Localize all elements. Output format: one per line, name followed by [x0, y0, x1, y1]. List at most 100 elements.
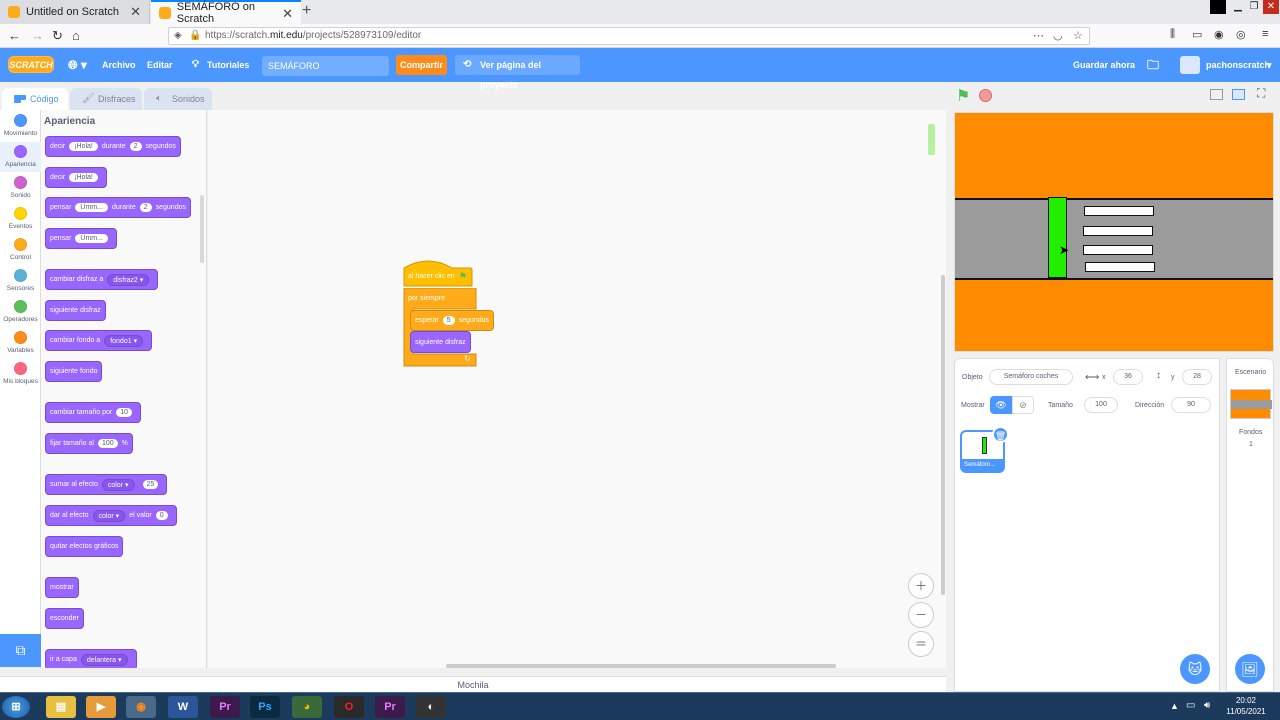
close-window-icon[interactable]: ✕ [1263, 0, 1279, 14]
effect-dropdown[interactable]: color ▾ [101, 478, 135, 491]
tab-code[interactable]: Código [2, 88, 68, 110]
next-costume-script-block[interactable]: siguiente disfraz [410, 331, 471, 353]
start-button-icon[interactable]: ⊞ [2, 696, 30, 718]
think-for-block[interactable]: pensar Umm... durante 2 segundos [45, 197, 191, 218]
pocket-icon[interactable]: ◡ [1053, 29, 1063, 42]
file-menu[interactable]: Archivo [102, 48, 136, 82]
zoom-in-button[interactable]: ＋ [908, 573, 934, 599]
category-sound[interactable]: Sonido [0, 176, 41, 199]
direction-field[interactable]: 90 [1171, 397, 1211, 413]
clock-time[interactable]: 20:02 [1228, 696, 1264, 705]
backdrop-thumbnail[interactable] [1230, 389, 1272, 419]
block-input[interactable]: 100 [97, 439, 118, 448]
show-eye-icon[interactable]: 👁︎ [990, 396, 1012, 414]
green-flag-run-icon[interactable]: ⚑ [956, 86, 970, 106]
sprite-name-field[interactable]: Semáforo coches [989, 369, 1073, 385]
share-button[interactable]: Compartir [396, 55, 447, 75]
category-operators[interactable]: Operadores [0, 300, 41, 323]
reload-icon[interactable]: ↻ [52, 28, 63, 44]
minimize-icon[interactable]: ▁ [1230, 0, 1246, 14]
block-input[interactable]: ¡Hola! [69, 173, 98, 182]
say-for-block[interactable]: decir ¡Hola! durante 2 segundos [45, 136, 181, 157]
when-flag-clicked-hat[interactable]: al hacer clic en ⚑ [403, 258, 473, 288]
code-area[interactable] [208, 110, 946, 668]
backpack-bar[interactable]: Mochila [0, 676, 946, 692]
wait-block[interactable]: esperar 5 segundos [410, 310, 494, 331]
backdrop-dropdown[interactable]: fondo1 ▾ [104, 334, 144, 347]
switch-backdrop-block[interactable]: cambiar fondo a fondo1 ▾ [45, 330, 153, 351]
bookmark-star-icon[interactable]: ☆ [1073, 29, 1083, 42]
effect-dropdown[interactable]: color ▾ [92, 509, 126, 522]
size-field[interactable]: 100 [1084, 397, 1118, 413]
media-player-icon[interactable]: ▶ [86, 696, 116, 718]
go-to-layer-block[interactable]: ir a capa delantera ▾ [45, 649, 137, 668]
block-input[interactable]: 2 [129, 142, 142, 151]
category-my-blocks[interactable]: Mis bloques [0, 362, 41, 385]
network-icon[interactable]: ▭ [1186, 700, 1195, 711]
page-actions-icon[interactable]: ⋯ [1033, 29, 1044, 42]
block-input[interactable]: 5 [442, 316, 455, 325]
block-input[interactable]: Umm... [75, 203, 108, 212]
show-block[interactable]: mostrar [45, 577, 79, 598]
block-input[interactable]: 25 [142, 480, 159, 489]
change-effect-block[interactable]: sumar al efecto color ▾ 25 [45, 474, 168, 495]
close-tab-icon[interactable]: ✕ [282, 6, 293, 22]
tab-sounds[interactable]: 🔈︎ Sonidos [144, 88, 212, 110]
category-sensing[interactable]: Sensores [0, 269, 41, 292]
costume-dropdown[interactable]: disfraz2 ▾ [107, 273, 150, 286]
sidebar-icon[interactable]: ▭ [1192, 28, 1202, 41]
small-stage-icon[interactable] [1210, 89, 1223, 100]
switch-costume-block[interactable]: cambiar disfraz a disfraz2 ▾ [45, 269, 159, 290]
change-size-block[interactable]: cambiar tamaño por 10 [45, 402, 142, 423]
layer-dropdown[interactable]: delantera ▾ [80, 653, 128, 666]
fullscreen-icon[interactable]: ⛶ [1257, 86, 1265, 101]
volume-icon[interactable]: 🔊︎ [1204, 700, 1210, 711]
my-stuff-folder-icon[interactable]: 🗀 [1147, 48, 1159, 82]
palette-scrollbar[interactable] [200, 195, 204, 263]
project-title-input[interactable]: SEMÁFORO [262, 56, 389, 76]
new-tab-icon[interactable]: + [302, 2, 311, 20]
say-block[interactable]: decir ¡Hola! [45, 167, 107, 188]
block-input[interactable]: 2 [139, 203, 152, 212]
avatar[interactable] [1180, 56, 1200, 74]
forward-icon[interactable]: → [31, 28, 44, 43]
delete-sprite-icon[interactable]: 🗑︎ [992, 426, 1009, 443]
clock-date[interactable]: 11/05/2021 [1222, 707, 1270, 716]
tutorials-menu[interactable]: Tutoriales [207, 48, 249, 82]
back-icon[interactable]: ← [8, 28, 21, 43]
block-input[interactable]: ¡Hola! [69, 142, 98, 151]
file-explorer-icon[interactable]: ▤ [46, 696, 76, 718]
set-size-block[interactable]: fijar tamaño al 100 % [45, 433, 133, 454]
home-icon[interactable]: ⌂ [72, 28, 80, 43]
add-extension-button[interactable]: ⧉ [0, 634, 41, 667]
premiere-icon[interactable]: Pr [210, 696, 240, 718]
zoom-out-button[interactable]: － [908, 602, 934, 628]
library-icon[interactable]: ⫼ [1170, 28, 1175, 41]
add-backdrop-icon[interactable]: 🖼︎ [1235, 654, 1265, 684]
tab-costumes[interactable]: 🖌︎ Disfraces [70, 88, 142, 110]
stage[interactable]: ➤ [954, 112, 1274, 352]
hamburger-menu-icon[interactable]: ≡ [1262, 28, 1268, 40]
think-block[interactable]: pensar Umm... [45, 228, 117, 249]
opera-icon[interactable]: O [334, 696, 364, 718]
hide-eye-icon[interactable]: ⊘ [1012, 396, 1034, 414]
category-events[interactable]: Eventos [0, 207, 41, 230]
x-field[interactable]: 36 [1113, 369, 1143, 385]
username[interactable]: pachonscratch [1206, 48, 1270, 82]
next-costume-block[interactable]: siguiente disfraz [45, 300, 106, 321]
stop-icon[interactable] [979, 89, 992, 102]
word-icon[interactable]: W [168, 696, 198, 718]
photoshop-icon[interactable]: Ps [250, 696, 280, 718]
scratch-logo[interactable]: SCRATCH [8, 56, 54, 73]
y-field[interactable]: 28 [1182, 369, 1212, 385]
firefox-icon[interactable]: ◉ [126, 696, 156, 718]
maximize-icon[interactable]: ❐ [1246, 0, 1262, 14]
block-input[interactable]: 0 [155, 511, 168, 520]
clear-effects-block[interactable]: quitar efectos gráficos [45, 536, 124, 557]
normal-stage-icon[interactable] [1232, 89, 1245, 100]
account-icon[interactable]: ◉ [1214, 28, 1224, 41]
save-now-button[interactable]: Guardar ahora [1073, 48, 1135, 82]
hide-block[interactable]: esconder [45, 608, 84, 629]
category-control[interactable]: Control [0, 238, 41, 261]
language-globe-icon[interactable]: 🌐︎ ▾ [68, 48, 87, 82]
